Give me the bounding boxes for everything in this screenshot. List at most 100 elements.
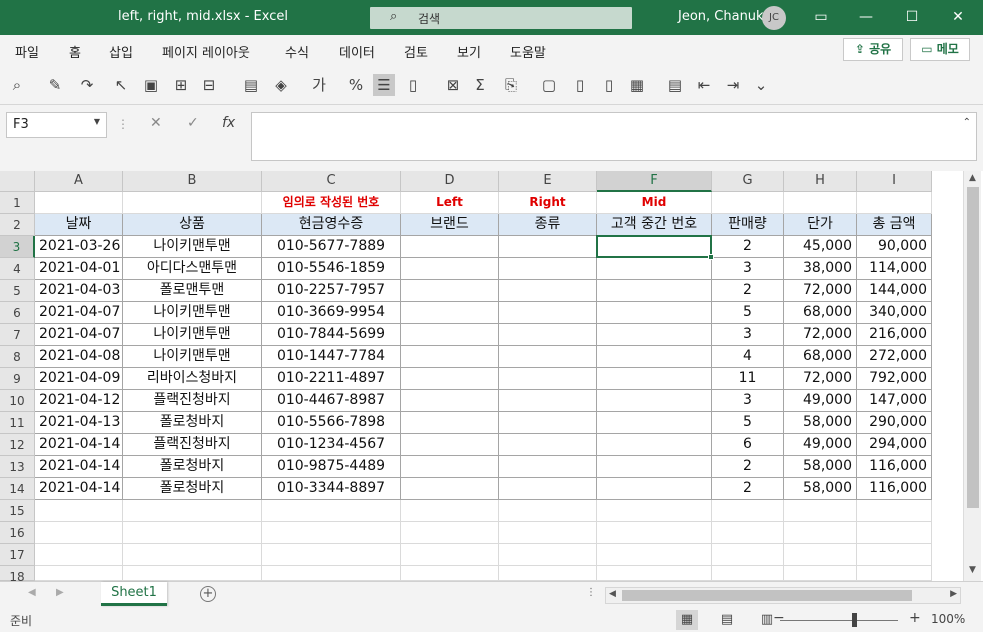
cell-b17[interactable] bbox=[123, 544, 262, 566]
cell-f17[interactable] bbox=[597, 544, 712, 566]
close-icon[interactable]: ✕ bbox=[935, 0, 981, 35]
cell-c6[interactable]: 010-3669-9954 bbox=[262, 302, 401, 324]
cell-b12[interactable]: 플랙진청바지 bbox=[123, 434, 262, 456]
cell-c9[interactable]: 010-2211-4897 bbox=[262, 368, 401, 390]
cell-c4[interactable]: 010-5546-1859 bbox=[262, 258, 401, 280]
column-header-g[interactable]: G bbox=[712, 171, 784, 192]
cell-a18[interactable] bbox=[35, 566, 123, 581]
page-layout-view-icon[interactable]: ▤ bbox=[716, 610, 738, 630]
cell-e6[interactable] bbox=[499, 302, 597, 324]
zoom-out-icon[interactable]: − bbox=[773, 610, 785, 626]
cell-e12[interactable] bbox=[499, 434, 597, 456]
cell-c10[interactable]: 010-4467-8987 bbox=[262, 390, 401, 412]
row-header-10[interactable]: 10 bbox=[0, 390, 35, 412]
column-header-e[interactable]: E bbox=[499, 171, 597, 192]
cell-b14[interactable]: 폴로청바지 bbox=[123, 478, 262, 500]
cell-a10[interactable]: 2021-04-12 bbox=[35, 390, 123, 412]
cell-f12[interactable] bbox=[597, 434, 712, 456]
row-header-14[interactable]: 14 bbox=[0, 478, 35, 500]
delete-icon[interactable]: ⊠ bbox=[442, 74, 464, 96]
column-header-d[interactable]: D bbox=[401, 171, 499, 192]
cell-a7[interactable]: 2021-04-07 bbox=[35, 324, 123, 346]
cell-h15[interactable] bbox=[784, 500, 857, 522]
select-all-corner[interactable] bbox=[0, 171, 35, 192]
cell-c15[interactable] bbox=[262, 500, 401, 522]
cell-a2[interactable]: 날짜 bbox=[35, 214, 123, 236]
cell-i3[interactable]: 90,000 bbox=[857, 236, 932, 258]
cell-h10[interactable]: 49,000 bbox=[784, 390, 857, 412]
align-center-icon[interactable]: ☰ bbox=[373, 74, 395, 96]
redo-icon[interactable]: ↷ bbox=[76, 74, 98, 96]
grid-format-icon[interactable]: ▦ bbox=[626, 74, 648, 96]
cell-c17[interactable] bbox=[262, 544, 401, 566]
clear-icon[interactable]: ⎘ bbox=[500, 74, 522, 96]
cell-i6[interactable]: 340,000 bbox=[857, 302, 932, 324]
cell-e13[interactable] bbox=[499, 456, 597, 478]
cell-d8[interactable] bbox=[401, 346, 499, 368]
row-header-1[interactable]: 1 bbox=[0, 192, 35, 214]
cell-d15[interactable] bbox=[401, 500, 499, 522]
cell-h13[interactable]: 58,000 bbox=[784, 456, 857, 478]
horizontal-scroll-thumb[interactable] bbox=[622, 590, 912, 601]
cell-a8[interactable]: 2021-04-08 bbox=[35, 346, 123, 368]
more-icon[interactable]: ⌄ bbox=[750, 74, 772, 96]
cell-g18[interactable] bbox=[712, 566, 784, 581]
row-header-16[interactable]: 16 bbox=[0, 522, 35, 544]
cell-d7[interactable] bbox=[401, 324, 499, 346]
chevron-up-icon[interactable]: ⌃ bbox=[963, 117, 971, 128]
cell-f9[interactable] bbox=[597, 368, 712, 390]
column-header-f[interactable]: F bbox=[597, 171, 712, 192]
minimize-icon[interactable]: — bbox=[843, 0, 889, 35]
cell-b18[interactable] bbox=[123, 566, 262, 581]
cell-f16[interactable] bbox=[597, 522, 712, 544]
cell-f1[interactable]: Mid bbox=[597, 192, 712, 214]
row-header-9[interactable]: 9 bbox=[0, 368, 35, 390]
menu-home[interactable]: 홈 bbox=[69, 42, 81, 61]
copy-icon[interactable]: ▢ bbox=[538, 74, 560, 96]
cell-b13[interactable]: 폴로청바지 bbox=[123, 456, 262, 478]
cell-c1[interactable]: 임의로 작성된 번호 bbox=[262, 192, 401, 214]
cell-a5[interactable]: 2021-04-03 bbox=[35, 280, 123, 302]
sheet-view-icon[interactable]: ▤ bbox=[664, 74, 686, 96]
memo-button[interactable]: ▭ 메모 bbox=[910, 38, 970, 61]
cell-i7[interactable]: 216,000 bbox=[857, 324, 932, 346]
font-color-icon[interactable]: 가 bbox=[308, 74, 330, 96]
vertical-scroll-thumb[interactable] bbox=[967, 187, 979, 508]
cancel-icon[interactable]: ✕ bbox=[150, 115, 162, 131]
cell-f13[interactable] bbox=[597, 456, 712, 478]
horizontal-scrollbar[interactable]: ◀ ▶ bbox=[605, 587, 961, 604]
cell-d14[interactable] bbox=[401, 478, 499, 500]
tab-next-icon[interactable]: ▶ bbox=[56, 587, 64, 598]
cell-c8[interactable]: 010-1447-7784 bbox=[262, 346, 401, 368]
cell-f5[interactable] bbox=[597, 280, 712, 302]
cell-g7[interactable]: 3 bbox=[712, 324, 784, 346]
cell-b15[interactable] bbox=[123, 500, 262, 522]
menu-page-layout[interactable]: 페이지 레이아웃 bbox=[162, 42, 250, 61]
cell-i16[interactable] bbox=[857, 522, 932, 544]
cell-f6[interactable] bbox=[597, 302, 712, 324]
cell-e7[interactable] bbox=[499, 324, 597, 346]
cell-b5[interactable]: 폴로맨투맨 bbox=[123, 280, 262, 302]
cell-h5[interactable]: 72,000 bbox=[784, 280, 857, 302]
cell-h7[interactable]: 72,000 bbox=[784, 324, 857, 346]
cell-b7[interactable]: 나이키맨투맨 bbox=[123, 324, 262, 346]
cell-i5[interactable]: 144,000 bbox=[857, 280, 932, 302]
cell-b4[interactable]: 아디다스맨투맨 bbox=[123, 258, 262, 280]
row-header-3[interactable]: 3 bbox=[0, 236, 35, 258]
chevron-down-icon[interactable]: ▼ bbox=[94, 117, 100, 126]
cell-a15[interactable] bbox=[35, 500, 123, 522]
cell-a13[interactable]: 2021-04-14 bbox=[35, 456, 123, 478]
cell-d18[interactable] bbox=[401, 566, 499, 581]
cell-h14[interactable]: 58,000 bbox=[784, 478, 857, 500]
cell-g17[interactable] bbox=[712, 544, 784, 566]
column-header-c[interactable]: C bbox=[262, 171, 401, 192]
zoom-in-icon[interactable]: + bbox=[909, 610, 921, 626]
cell-h6[interactable]: 68,000 bbox=[784, 302, 857, 324]
cell-i15[interactable] bbox=[857, 500, 932, 522]
column-header-b[interactable]: B bbox=[123, 171, 262, 192]
menu-view[interactable]: 보기 bbox=[457, 42, 481, 61]
cell-h17[interactable] bbox=[784, 544, 857, 566]
cell-e11[interactable] bbox=[499, 412, 597, 434]
cell-d6[interactable] bbox=[401, 302, 499, 324]
cell-g15[interactable] bbox=[712, 500, 784, 522]
